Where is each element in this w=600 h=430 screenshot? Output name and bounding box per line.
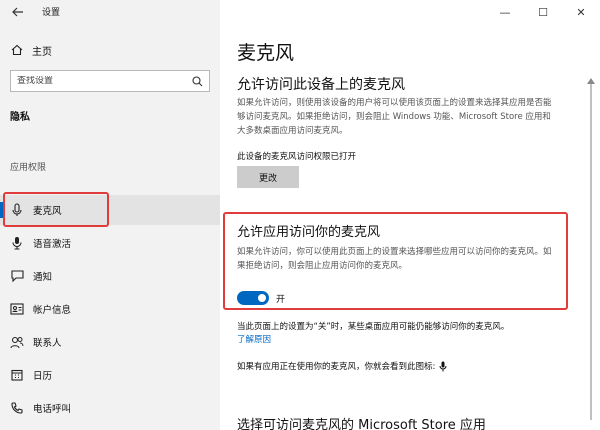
sidebar-item-label: 通知 <box>33 272 53 283</box>
notification-icon <box>10 269 24 283</box>
search-input[interactable] <box>17 76 177 86</box>
sidebar-item-notifications[interactable]: 通知 <box>0 261 220 291</box>
sidebar-item-label: 电话呼叫 <box>33 404 72 415</box>
window-title: 设置 <box>42 8 61 18</box>
section-app-access-title: 允许应用访问你的麦克风 <box>237 225 381 240</box>
back-button[interactable] <box>8 2 28 22</box>
nav-section-title: 隐私 <box>10 112 30 123</box>
contacts-icon <box>10 335 24 349</box>
indicator-text: 如果有应用正在使用你的麦克风，你就会看到此图标: <box>237 362 436 372</box>
home-icon <box>10 43 24 57</box>
page-title: 麦克风 <box>237 42 295 64</box>
title-bar-left: 设置 <box>0 0 220 24</box>
search-box[interactable] <box>10 70 210 92</box>
section-app-access-description: 如果允许访问，你可以使用此页面上的设置来选择哪些应用可以访问你的麦克风。如果拒绝… <box>237 247 552 271</box>
nav-home-label: 主页 <box>32 46 52 58</box>
sidebar-item-contacts[interactable]: 联系人 <box>0 327 220 357</box>
scroll-up-icon[interactable] <box>587 78 595 84</box>
microphone-indicator-icon <box>439 361 447 372</box>
sidebar-item-label: 帐户信息 <box>33 305 72 316</box>
section-store-apps-title: 选择可访问麦克风的 Microsoft Store 应用 <box>237 418 486 430</box>
back-arrow-icon <box>12 7 23 17</box>
search-icon[interactable] <box>191 75 203 87</box>
section-device-access-title: 允许访问此设备上的麦克风 <box>237 77 405 93</box>
account-info-icon <box>10 302 24 316</box>
sidebar-item-phone-calls[interactable]: 电话呼叫 <box>0 393 220 423</box>
sidebar-item-calendar[interactable]: 日历 <box>0 360 220 390</box>
window-controls: — ☐ ✕ <box>486 0 600 24</box>
minimize-button[interactable]: — <box>486 0 524 24</box>
nav-home[interactable]: 主页 <box>0 38 220 62</box>
toggle-knob <box>258 294 266 302</box>
sidebar-item-account-info[interactable]: 帐户信息 <box>0 294 220 324</box>
desktop-apps-note: 当此页面上的设置为“关”时，某些桌面应用可能仍能够访问你的麦克风。 <box>237 322 510 332</box>
close-button[interactable]: ✕ <box>562 0 600 24</box>
nav-group-label: 应用权限 <box>10 163 47 173</box>
calendar-icon <box>10 368 24 382</box>
section-device-access-description: 如果允许访问，则使用该设备的用户将可以使用该页面上的设置来选择其应用是否能够访问… <box>237 98 552 136</box>
scrollbar[interactable] <box>590 84 592 420</box>
toggle-state-label: 开 <box>276 295 286 305</box>
navigation-pane: 设置 主页 隐私 应用权限 麦克风 语音激活 通知 <box>0 0 220 430</box>
voice-activation-icon <box>10 236 24 250</box>
change-button[interactable]: 更改 <box>237 166 299 188</box>
device-access-status: 此设备的麦克风访问权限已打开 <box>237 152 357 162</box>
learn-more-link[interactable]: 了解原因 <box>237 333 271 345</box>
phone-call-icon <box>10 401 24 415</box>
app-access-toggle[interactable] <box>237 291 269 305</box>
sidebar-item-label: 联系人 <box>33 338 62 349</box>
maximize-button[interactable]: ☐ <box>524 0 562 24</box>
sidebar-item-label: 语音激活 <box>33 239 72 250</box>
highlight-box-nav <box>3 192 109 227</box>
indicator-line: 如果有应用正在使用你的麦克风，你就会看到此图标: <box>237 360 447 372</box>
sidebar-item-label: 日历 <box>33 371 53 382</box>
sidebar-item-voice-activation[interactable]: 语音激活 <box>0 228 220 258</box>
